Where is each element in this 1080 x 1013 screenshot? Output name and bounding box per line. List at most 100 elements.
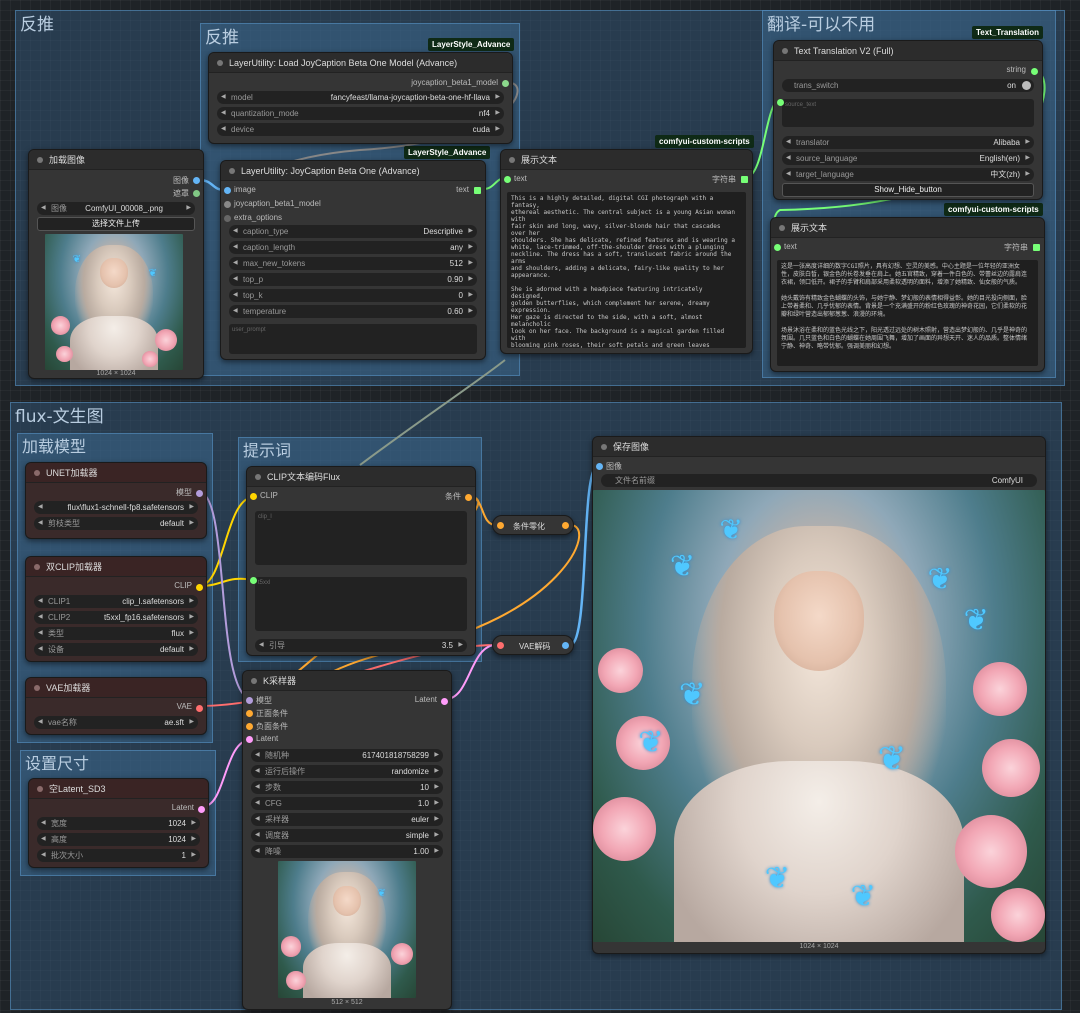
upload-button[interactable]: 选择文件上传	[37, 217, 195, 231]
output-dot-image[interactable]	[193, 177, 200, 184]
output-dot-latent[interactable]	[198, 806, 205, 813]
clip-l-textarea[interactable]: clip_l	[255, 511, 467, 565]
denoise-input[interactable]: 降噪1.00	[251, 845, 443, 858]
seed-input[interactable]: 随机种617401818758299	[251, 749, 443, 762]
source-language-select[interactable]: source_languageEnglish(en)	[782, 152, 1034, 165]
node-ksampler[interactable]: K采样器 模型 正面条件 负面条件 Latent Latent 随机种61740…	[242, 670, 452, 1010]
source-text-textarea[interactable]: source_text	[782, 99, 1034, 127]
input-dot-model[interactable]	[224, 201, 231, 208]
clip-type-select[interactable]: 类型flux	[34, 627, 198, 640]
clip-device-select[interactable]: 设备default	[34, 643, 198, 656]
clip2-select[interactable]: CLIP2t5xxl_fp16.safetensors	[34, 611, 198, 624]
top-p-input[interactable]: top_p0.90	[229, 273, 477, 286]
node-title: K采样器	[243, 671, 451, 691]
group-title: 提示词	[243, 441, 292, 460]
output-dot[interactable]	[502, 80, 509, 87]
output-latent: Latent	[414, 695, 437, 704]
input-dot-extra[interactable]	[224, 215, 231, 222]
node-title: UNET加载器	[26, 463, 206, 483]
trans-switch-toggle[interactable]: trans_switch on	[782, 79, 1034, 92]
device-select[interactable]: devicecuda	[217, 123, 504, 136]
clip1-select[interactable]: CLIP1clip_l.safetensors	[34, 595, 198, 608]
caption-text-display[interactable]: This is a highly detailed, digital CGI p…	[507, 192, 746, 348]
vae-name-select[interactable]: vae名称ae.sft	[34, 716, 198, 729]
output-dot-clip[interactable]	[196, 584, 203, 591]
node-show-text-2[interactable]: 展示文本 text 字符串 这是一张高度详细的数字CGI照片，具有幻想、空灵的美…	[770, 217, 1045, 372]
input-dot-positive[interactable]	[246, 710, 253, 717]
show-hide-button[interactable]: Show_Hide_button	[782, 183, 1034, 197]
node-unet-loader[interactable]: UNET加载器 模型 flux\flux1-schnell-fp8.safete…	[25, 462, 207, 539]
output-dot-string[interactable]	[741, 176, 748, 183]
output-dot-model[interactable]	[196, 490, 203, 497]
input-dot-latent[interactable]	[246, 736, 253, 743]
node-show-text-1[interactable]: 展示文本 text 字符串 This is a highly detailed,…	[500, 149, 753, 354]
target-language-select[interactable]: target_language中文(zh)	[782, 168, 1034, 181]
output-size-caption: 1024 × 1024	[799, 943, 839, 950]
input-dot-clip[interactable]	[250, 493, 257, 500]
node-title: LayerUtility: Load JoyCaption Beta One M…	[209, 53, 512, 73]
caption-length-select[interactable]: caption_lengthany	[229, 241, 477, 254]
control-after-generate-select[interactable]: 运行后操作randomize	[251, 765, 443, 778]
output-dot-string[interactable]	[1031, 68, 1038, 75]
input-dot-image[interactable]	[224, 187, 231, 194]
input-dot-image[interactable]	[596, 463, 603, 470]
node-clip-text-encode-flux[interactable]: CLIP文本编码Flux CLIP 条件 clip_l t5xxl 引导3.5	[246, 466, 476, 656]
node-save-image[interactable]: 保存图像 图像 文件名前缀 ComfyUI ❦ ❦ ❦ ❦ ❦ ❦ ❦ ❦ ❦ 1…	[592, 436, 1046, 954]
quantization-select[interactable]: quantization_modenf4	[217, 107, 504, 120]
steps-input[interactable]: 步数10	[251, 781, 443, 794]
input-dot-t5xxl[interactable]	[250, 577, 257, 584]
node-load-joycaption-model[interactable]: LayerUtility: Load JoyCaption Beta One M…	[208, 52, 513, 144]
node-vae-loader[interactable]: VAE加载器 VAE vae名称ae.sft	[25, 677, 207, 735]
node-joycaption[interactable]: LayerUtility: JoyCaption Beta One (Advan…	[220, 160, 486, 360]
output-dot-text[interactable]	[474, 187, 481, 194]
t5xxl-textarea[interactable]: t5xxl	[255, 577, 467, 631]
node-empty-latent[interactable]: 空Latent_SD3 Latent 宽度1024 高度1024 批次大小1	[28, 778, 209, 868]
output-dot-mask[interactable]	[193, 190, 200, 197]
node-text-translation[interactable]: Text Translation V2 (Full) string trans_…	[773, 40, 1043, 200]
output-dot[interactable]	[562, 642, 569, 649]
output-model: 模型	[176, 488, 192, 497]
output-dot[interactable]	[562, 522, 569, 529]
width-input[interactable]: 宽度1024	[37, 817, 200, 830]
input-positive: 正面条件	[256, 709, 288, 718]
unet-name-select[interactable]: flux\flux1-schnell-fp8.safetensors	[34, 501, 198, 514]
scheduler-select[interactable]: 调度器simple	[251, 829, 443, 842]
node-dual-clip-loader[interactable]: 双CLIP加载器 CLIP CLIP1clip_l.safetensors CL…	[25, 556, 207, 662]
input-dot-negative[interactable]	[246, 723, 253, 730]
node-conditioning-zero[interactable]: 条件零化	[492, 515, 574, 535]
max-new-tokens-input[interactable]: max_new_tokens512	[229, 257, 477, 270]
input-dot-text[interactable]	[774, 244, 781, 251]
output-dot-vae[interactable]	[196, 705, 203, 712]
cfg-input[interactable]: CFG1.0	[251, 797, 443, 810]
ksampler-preview-image: ❦	[278, 861, 416, 998]
translator-select[interactable]: translatorAlibaba	[782, 136, 1034, 149]
caption-type-select[interactable]: caption_typeDescriptive	[229, 225, 477, 238]
input-dot-model[interactable]	[246, 697, 253, 704]
translated-text-display[interactable]: 这是一张高度详细的数字CGI照片，具有幻想、空灵的美感。中心主题是一位年轻的亚洲…	[777, 260, 1038, 366]
workflow-canvas[interactable]: 反推 反推 翻译-可以不用 flux-文生图 加载模型 提示词 设置尺寸 Lay…	[0, 0, 1080, 1013]
output-dot-conditioning[interactable]	[465, 494, 472, 501]
input-dot-text[interactable]	[504, 176, 511, 183]
guidance-input[interactable]: 引导3.5	[255, 639, 467, 652]
image-select[interactable]: 图像ComfyUI_00008_.png	[37, 202, 195, 215]
output-dot-string[interactable]	[1033, 244, 1040, 251]
top-k-input[interactable]: top_k0	[229, 289, 477, 302]
node-load-image[interactable]: 加载图像 图像 遮罩 图像ComfyUI_00008_.png 选择文件上传 ❦…	[28, 149, 204, 379]
input-dot-source[interactable]	[777, 99, 784, 106]
input-dot[interactable]	[497, 522, 504, 529]
butterfly-icon: ❦	[669, 549, 695, 583]
weight-dtype-select[interactable]: 剪枝类型default	[34, 517, 198, 530]
input-latent: Latent	[256, 734, 279, 743]
input-dot[interactable]	[497, 642, 504, 649]
user-prompt-textarea[interactable]: user_prompt	[229, 324, 477, 354]
output-dot-latent[interactable]	[441, 698, 448, 705]
node-vae-decode[interactable]: VAE解码	[492, 635, 574, 655]
batch-size-input[interactable]: 批次大小1	[37, 849, 200, 862]
tag-text-translation: Text_Translation	[972, 26, 1043, 39]
temperature-input[interactable]: temperature0.60	[229, 305, 477, 318]
height-input[interactable]: 高度1024	[37, 833, 200, 846]
sampler-select[interactable]: 采样器euler	[251, 813, 443, 826]
model-select[interactable]: modelfancyfeast/llama-joycaption-beta-on…	[217, 91, 504, 104]
filename-prefix-input[interactable]: 文件名前缀 ComfyUI	[601, 474, 1037, 487]
node-title: CLIP文本编码Flux	[247, 467, 475, 487]
